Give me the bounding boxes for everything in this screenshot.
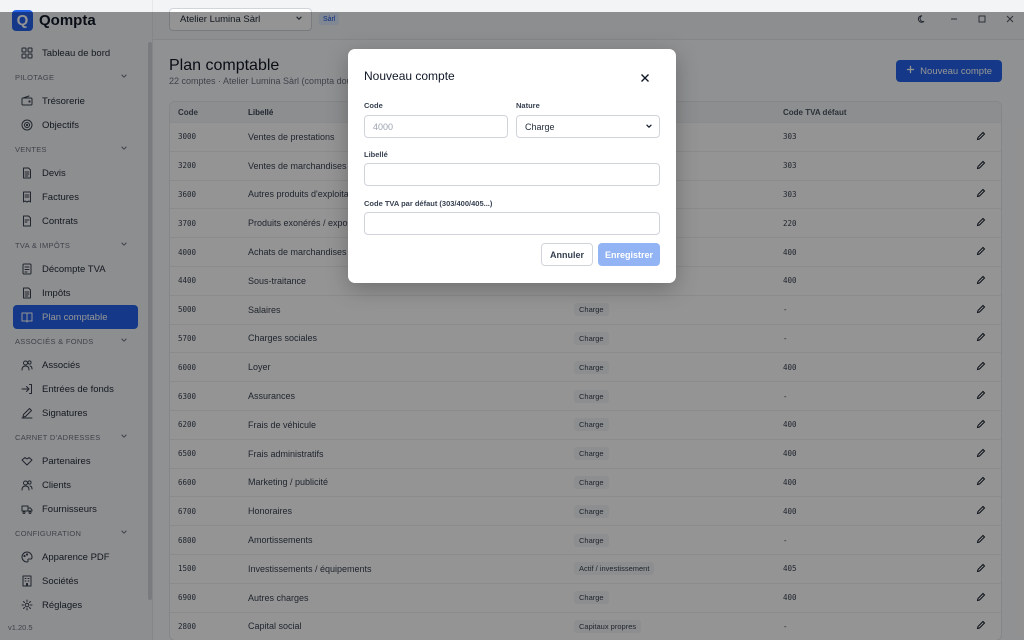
save-button[interactable]: Enregistrer bbox=[598, 243, 660, 266]
close-icon[interactable] bbox=[640, 70, 652, 82]
nature-select[interactable]: Charge bbox=[516, 115, 660, 138]
code-label: Code bbox=[364, 101, 383, 110]
libelle-label: Libellé bbox=[364, 150, 388, 159]
libelle-input[interactable] bbox=[364, 163, 660, 186]
tva-label: Code TVA par défaut (303/400/405...) bbox=[364, 199, 493, 208]
new-account-modal: Nouveau compte Code 4000 Nature Charge L… bbox=[348, 49, 676, 283]
nature-label: Nature bbox=[516, 101, 540, 110]
code-placeholder: 4000 bbox=[373, 121, 394, 132]
cancel-button[interactable]: Annuler bbox=[541, 243, 593, 266]
chevron-down-icon bbox=[645, 122, 653, 132]
modal-title: Nouveau compte bbox=[364, 69, 455, 83]
nature-select-value: Charge bbox=[525, 121, 555, 132]
tva-input[interactable] bbox=[364, 212, 660, 235]
code-input[interactable]: 4000 bbox=[364, 115, 508, 138]
